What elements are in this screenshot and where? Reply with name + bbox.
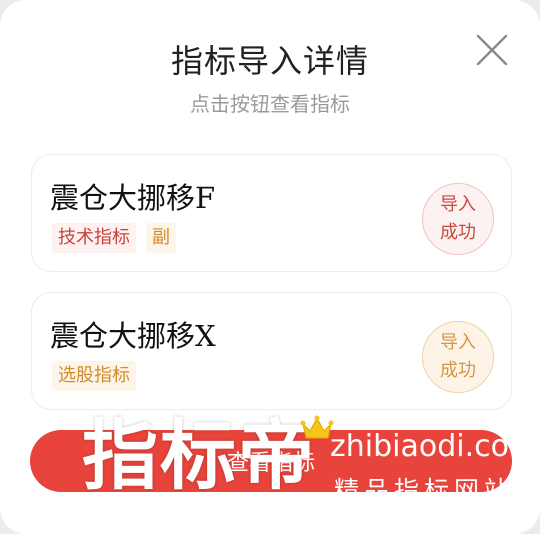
indicator-name: 震仓大挪移X xyxy=(50,319,216,353)
tag-category: 技术指标 xyxy=(52,223,136,253)
status-line-1: 导入 xyxy=(440,194,476,215)
status-badge: 导入 成功 xyxy=(422,321,494,393)
status-badge: 导入 成功 xyxy=(422,183,494,255)
watermark-slogan: 精品指标网站 xyxy=(334,476,515,505)
indicator-tags: 选股指标 xyxy=(52,361,136,391)
tag-category: 选股指标 xyxy=(52,361,136,391)
indicator-tags: 技术指标 副 xyxy=(52,223,176,253)
watermark-logo: 指标帝 xyxy=(82,411,316,500)
close-icon[interactable] xyxy=(474,32,510,68)
tag-type: 副 xyxy=(146,223,176,253)
indicator-name: 震仓大挪移F xyxy=(50,181,216,215)
watermark-url: zhibiaodi.com xyxy=(330,429,539,464)
status-line-1: 导入 xyxy=(440,332,476,353)
import-details-dialog: 指标导入详情 点击按钮查看指标 震仓大挪移F 技术指标 副 导入 成功 震仓大挪… xyxy=(0,0,540,534)
indicator-card-1[interactable]: 震仓大挪移F 技术指标 副 导入 成功 xyxy=(31,154,512,272)
status-line-2: 成功 xyxy=(440,222,476,243)
crown-icon xyxy=(300,414,334,446)
indicator-card-2[interactable]: 震仓大挪移X 选股指标 导入 成功 xyxy=(31,292,512,410)
status-line-2: 成功 xyxy=(440,360,476,381)
dialog-subtitle: 点击按钮查看指标 xyxy=(190,92,350,116)
dialog-title: 指标导入详情 xyxy=(170,42,369,80)
